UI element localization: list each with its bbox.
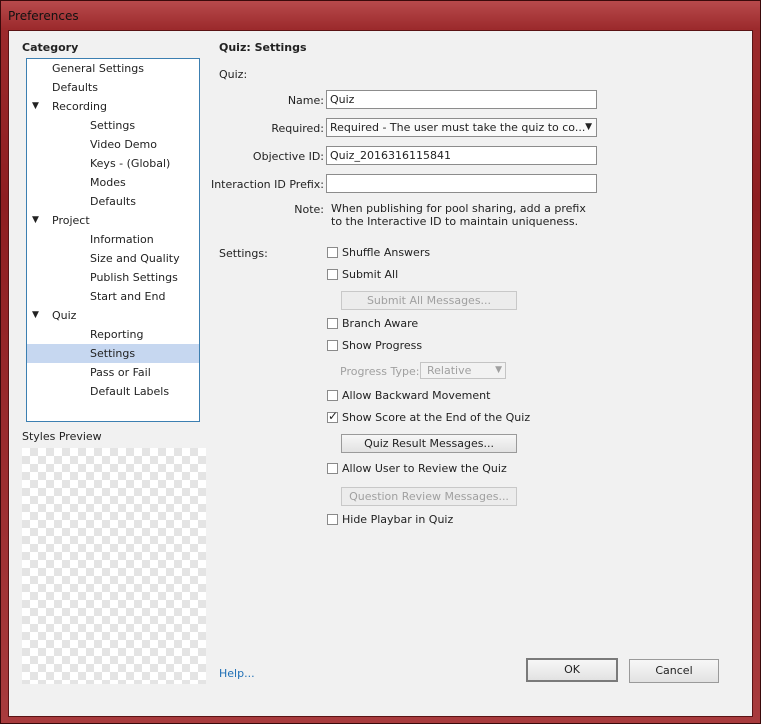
required-label: Required: — [271, 122, 324, 135]
category-heading: Category — [22, 41, 79, 54]
category-item-label: Defaults — [90, 195, 136, 208]
help-link[interactable]: Help... — [219, 667, 255, 680]
category-item-label: Keys - (Global) — [90, 157, 171, 170]
category-item-label: Defaults — [52, 81, 98, 94]
hide-playbar-label: Hide Playbar in Quiz — [342, 513, 454, 526]
cancel-button[interactable]: Cancel — [629, 659, 719, 683]
styles-preview-label: Styles Preview — [22, 430, 102, 443]
category-item-default-labels[interactable]: Default Labels — [27, 382, 199, 401]
window-title: Preferences — [8, 9, 79, 23]
hide-playbar-checkbox[interactable] — [327, 514, 338, 525]
show-score-label: Show Score at the End of the Quiz — [342, 411, 531, 424]
settings-section-label: Settings: — [219, 247, 268, 260]
shuffle-answers-checkbox[interactable] — [327, 247, 338, 258]
show-score-checkbox[interactable]: ✓ — [327, 409, 339, 423]
category-item-reporting[interactable]: Reporting — [27, 325, 199, 344]
category-item-project[interactable]: ▼ Project — [27, 211, 199, 230]
category-item-label: Quiz — [52, 309, 77, 322]
category-item-general-settings[interactable]: General Settings — [27, 59, 199, 78]
objective-id-label: Objective ID: — [252, 150, 324, 163]
category-item-video-demo[interactable]: Video Demo — [27, 135, 199, 154]
category-item-information[interactable]: Information — [27, 230, 199, 249]
allow-review-checkbox[interactable] — [327, 463, 338, 474]
ok-button[interactable]: OK — [526, 658, 618, 682]
category-item-label: Publish Settings — [90, 271, 178, 284]
category-tree[interactable]: General Settings Defaults ▼ Recording Settin… — [26, 58, 200, 422]
styles-preview — [22, 448, 206, 684]
category-item-defaults[interactable]: Defaults — [27, 192, 199, 211]
category-item-modes[interactable]: Modes — [27, 173, 199, 192]
submit-all-label: Submit All — [342, 268, 399, 281]
category-item-publish-settings[interactable]: Publish Settings — [27, 268, 199, 287]
objective-id-field[interactable]: Quiz_2016316115841 — [326, 146, 597, 165]
expand-arrow-icon[interactable]: ▼ — [32, 306, 39, 325]
category-item-label: Reporting — [90, 328, 144, 341]
category-item-label: Default Labels — [90, 385, 170, 398]
expand-arrow-icon[interactable]: ▼ — [32, 211, 39, 230]
shuffle-answers-label: Shuffle Answers — [342, 246, 431, 259]
category-item-settings[interactable]: Settings — [27, 344, 199, 363]
category-item-label: General Settings — [52, 62, 144, 75]
allow-review-label: Allow User to Review the Quiz — [342, 462, 507, 475]
progress-type-dropdown[interactable]: Relative ▼ — [420, 362, 506, 379]
preferences-window: Preferences Category General Settings Def… — [0, 0, 761, 724]
category-item-label: Pass or Fail — [90, 366, 151, 379]
category-item-label: Settings — [90, 347, 136, 360]
chevron-down-icon: ▼ — [495, 365, 502, 375]
quiz-result-messages-button[interactable]: Quiz Result Messages... — [341, 434, 517, 453]
category-item-quiz[interactable]: ▼ Quiz — [27, 306, 199, 325]
submit-all-checkbox[interactable] — [327, 269, 338, 280]
category-item-label: Settings — [90, 119, 136, 132]
name-field[interactable]: Quiz — [326, 90, 597, 109]
allow-backward-movement-checkbox[interactable] — [327, 390, 338, 401]
interaction-id-prefix-field[interactable] — [326, 174, 597, 193]
category-item-label: Start and End — [90, 290, 166, 303]
category-item-label: Project — [52, 214, 90, 227]
question-review-messages-button[interactable]: Question Review Messages... — [341, 487, 517, 506]
category-item-keys-global[interactable]: Keys - (Global) — [27, 154, 199, 173]
category-item-pass-or-fail[interactable]: Pass or Fail — [27, 363, 199, 382]
progress-type-label: Progress Type: — [340, 365, 420, 378]
branch-aware-label: Branch Aware — [342, 317, 419, 330]
category-item-label: Size and Quality — [90, 252, 180, 265]
title-bar[interactable]: Preferences — [1, 1, 760, 30]
dialog-body: Category General Settings Defaults ▼ Record… — [8, 30, 753, 717]
required-value: Required - The user must take the quiz t… — [330, 121, 586, 134]
category-item-label: Video Demo — [90, 138, 157, 151]
note-line-2: to the Interactive ID to maintain unique… — [331, 215, 579, 228]
quiz-section-label: Quiz: — [219, 68, 248, 81]
chevron-down-icon: ▼ — [585, 122, 592, 132]
name-label: Name: — [287, 94, 324, 107]
expand-arrow-icon[interactable]: ▼ — [32, 97, 39, 116]
required-dropdown[interactable]: Required - The user must take the quiz t… — [326, 118, 597, 137]
note-label: Note: — [294, 203, 324, 216]
checkmark-icon: ✓ — [328, 409, 339, 423]
category-item-label: Modes — [90, 176, 126, 189]
category-item-settings[interactable]: Settings — [27, 116, 199, 135]
progress-type-value: Relative — [427, 364, 472, 377]
show-progress-label: Show Progress — [342, 339, 423, 352]
interaction-id-prefix-label: Interaction ID Prefix: — [210, 178, 324, 191]
category-item-label: Recording — [52, 100, 108, 113]
category-item-label: Information — [90, 233, 154, 246]
submit-all-messages-button[interactable]: Submit All Messages... — [341, 291, 517, 310]
allow-backward-movement-label: Allow Backward Movement — [342, 389, 491, 402]
category-item-recording[interactable]: ▼ Recording — [27, 97, 199, 116]
category-item-defaults[interactable]: Defaults — [27, 78, 199, 97]
category-item-size-and-quality[interactable]: Size and Quality — [27, 249, 199, 268]
note-line-1: When publishing for pool sharing, add a … — [331, 202, 586, 215]
branch-aware-checkbox[interactable] — [327, 318, 338, 329]
category-item-start-and-end[interactable]: Start and End — [27, 287, 199, 306]
panel-title: Quiz: Settings — [219, 41, 307, 54]
show-progress-checkbox[interactable] — [327, 340, 338, 351]
